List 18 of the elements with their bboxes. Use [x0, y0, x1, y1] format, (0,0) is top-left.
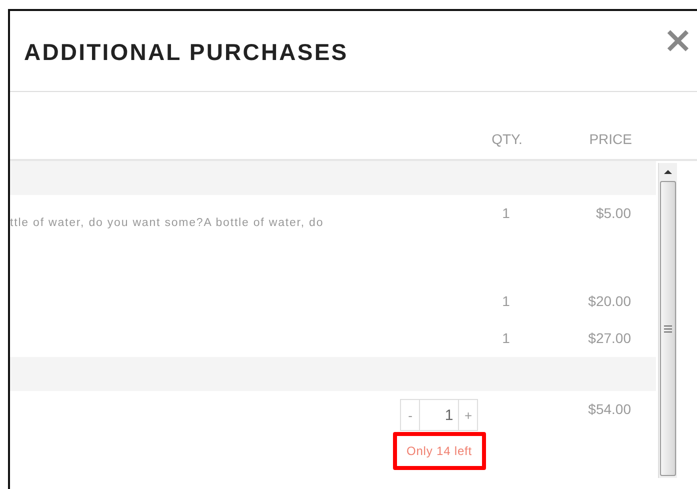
price-cell: $20.00: [588, 293, 631, 309]
quantity-cell: 1: [502, 205, 510, 221]
price-cell: $5.00: [596, 205, 631, 221]
scroll-thumb[interactable]: [660, 181, 676, 476]
dialog-title: ADDITIONAL PURCHASES: [24, 39, 348, 66]
plus-button[interactable]: +: [458, 399, 478, 431]
quantity-input[interactable]: 1: [420, 399, 458, 431]
scrollbar[interactable]: [658, 163, 677, 478]
price-cell: $27.00: [588, 330, 631, 346]
quantity-cell: 1: [502, 293, 510, 309]
column-header: PRICE: [588, 131, 633, 149]
item-description: ttle of water, do you want some?A bottle of water, do: [10, 217, 325, 229]
minus-button[interactable]: -: [400, 399, 420, 431]
column-header: QTY.: [490, 131, 524, 149]
stock-warning: Only 14 left: [392, 432, 486, 470]
price-cell: $54.00: [588, 401, 631, 417]
close-button[interactable]: ×: [662, 23, 693, 59]
quantity-cell: 1: [502, 330, 510, 346]
